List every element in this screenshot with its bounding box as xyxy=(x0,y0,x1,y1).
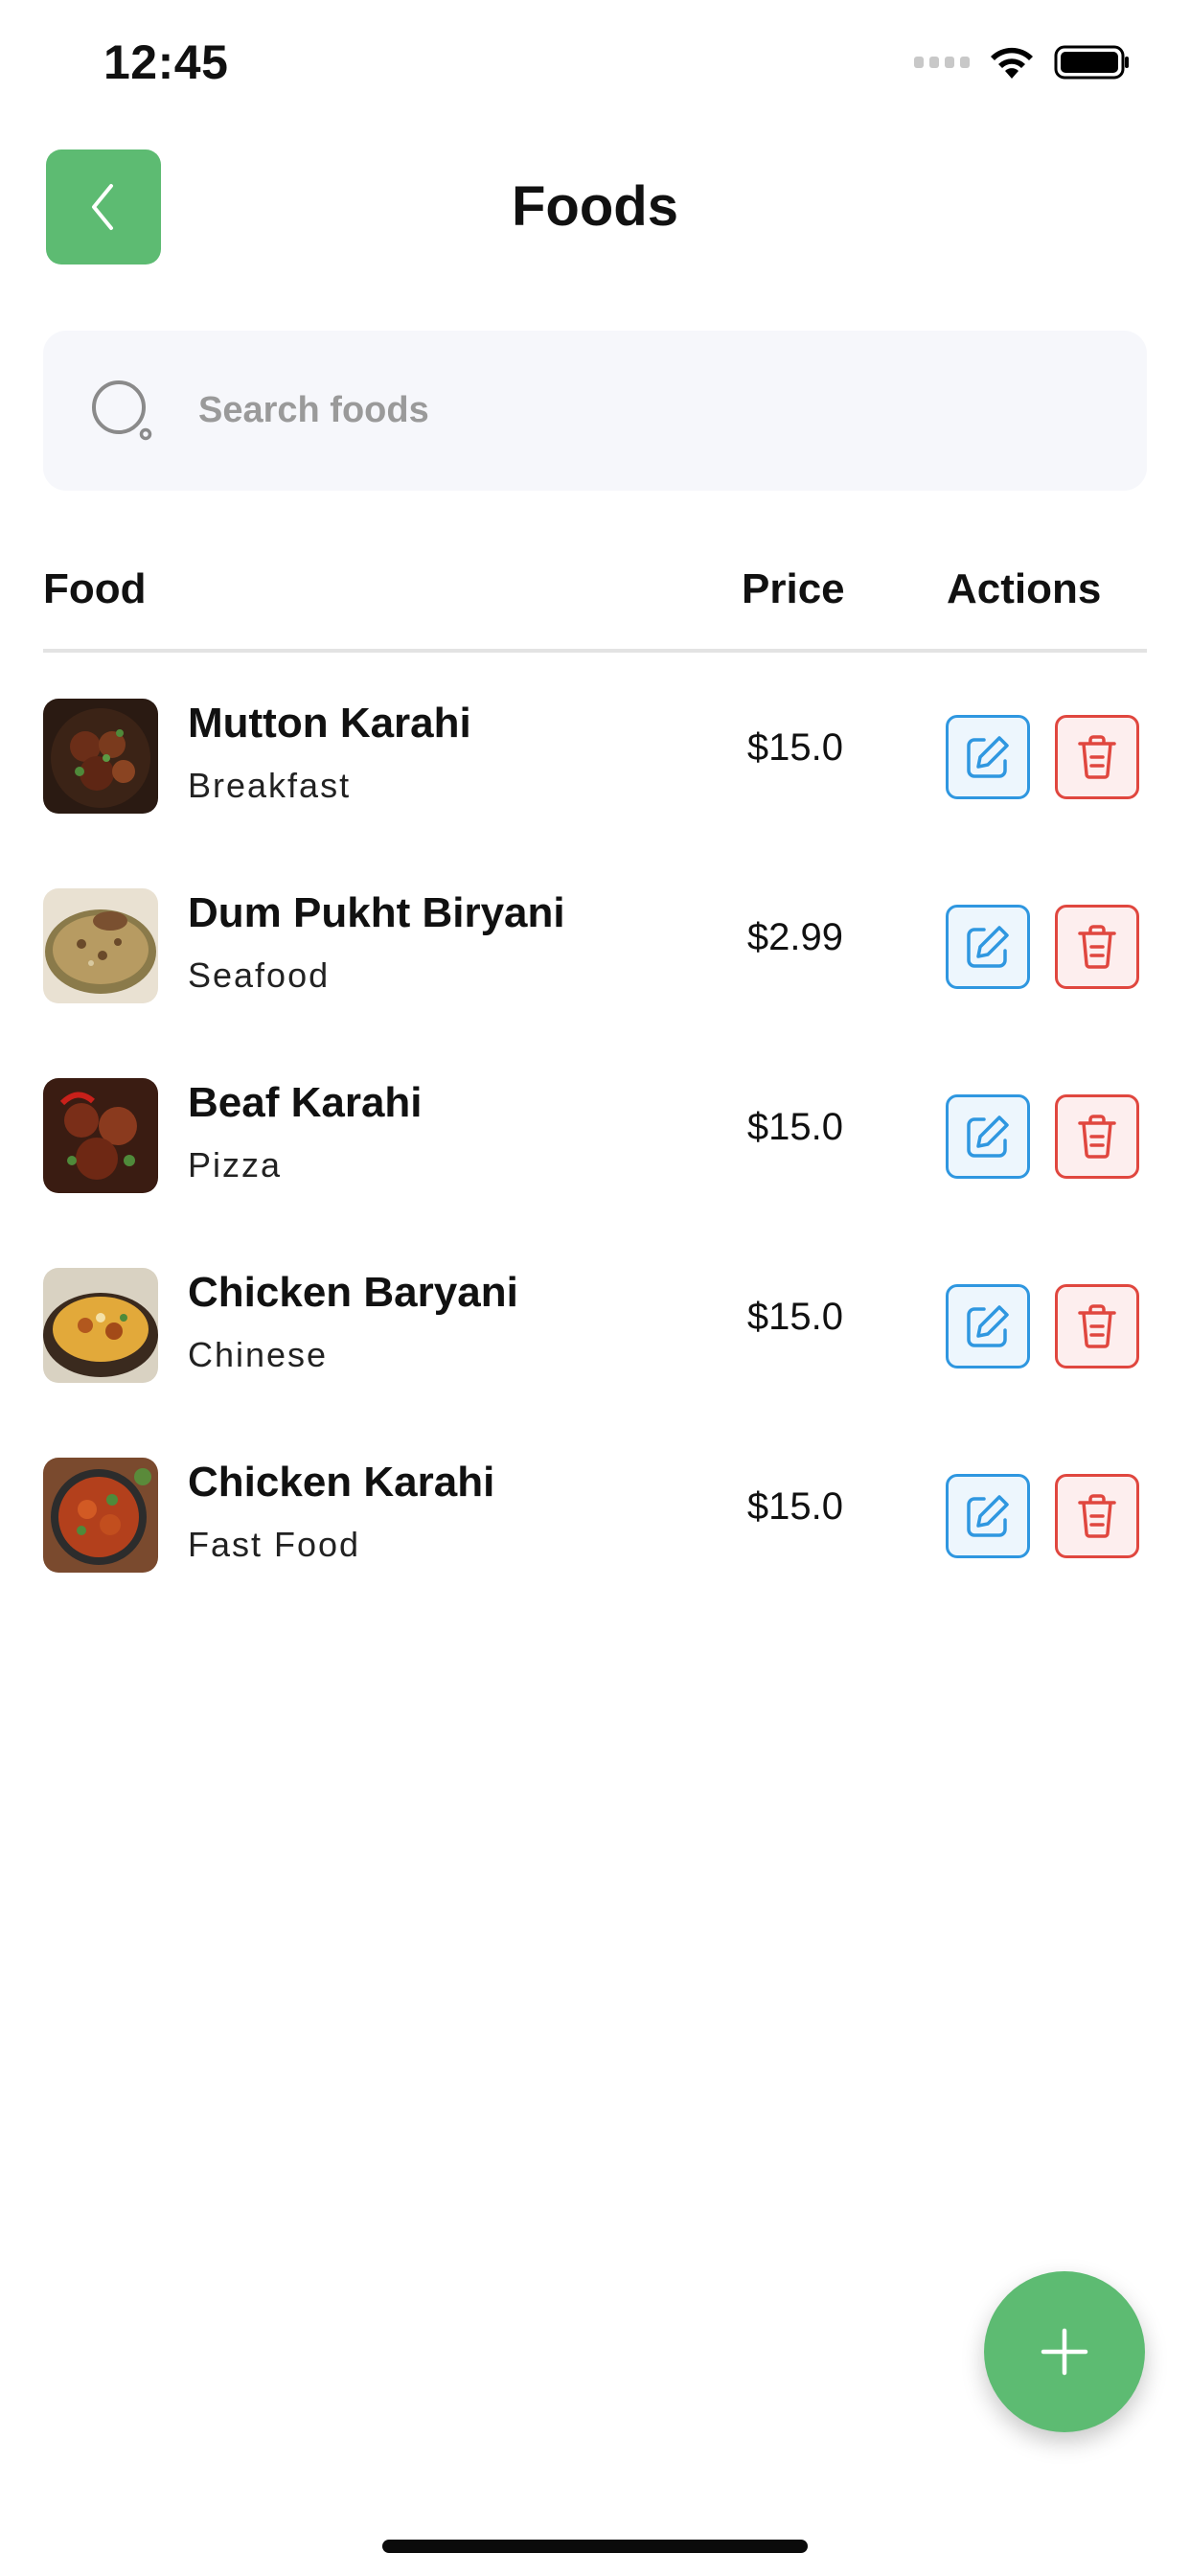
signal-icon xyxy=(914,57,970,68)
food-price: $2.99 xyxy=(746,916,843,958)
edit-icon xyxy=(967,1116,1009,1158)
edit-button[interactable] xyxy=(946,715,1030,799)
edit-icon xyxy=(967,1305,1009,1347)
delete-button[interactable] xyxy=(1055,1284,1139,1368)
food-name: Mutton Karahi xyxy=(188,700,471,747)
edit-icon xyxy=(967,1495,1009,1537)
wifi-icon xyxy=(991,47,1033,79)
status-time: 12:45 xyxy=(103,35,229,89)
food-category: Breakfast xyxy=(188,766,352,805)
plus-icon xyxy=(1041,2328,1088,2376)
trash-icon xyxy=(1078,1304,1116,1348)
trash-icon xyxy=(1078,925,1116,969)
edit-button[interactable] xyxy=(946,905,1030,989)
column-header-price: Price xyxy=(742,565,845,612)
food-category: Chinese xyxy=(188,1335,329,1374)
edit-button[interactable] xyxy=(946,1474,1030,1558)
food-category: Pizza xyxy=(188,1145,283,1184)
food-thumbnail xyxy=(43,699,158,814)
trash-icon xyxy=(1078,1494,1116,1538)
home-indicator[interactable] xyxy=(382,2540,808,2553)
table-row[interactable]: Chicken Baryani Chinese $15.0 xyxy=(0,1236,1190,1426)
edit-icon xyxy=(967,736,1009,778)
food-name: Dum Pukht Biryani xyxy=(188,889,565,936)
food-price: $15.0 xyxy=(746,1485,843,1528)
delete-button[interactable] xyxy=(1055,1094,1139,1179)
page-title: Foods xyxy=(512,175,678,238)
delete-button[interactable] xyxy=(1055,715,1139,799)
search-input[interactable] xyxy=(196,389,1063,432)
column-header-actions: Actions xyxy=(947,565,1102,612)
food-price: $15.0 xyxy=(746,726,843,769)
search-icon xyxy=(81,368,168,454)
food-thumbnail xyxy=(43,1268,158,1383)
table-row[interactable]: Dum Pukht Biryani Seafood $2.99 xyxy=(0,857,1190,1046)
food-thumbnail xyxy=(43,888,158,1003)
table-row[interactable]: Chicken Karahi Fast Food $15.0 xyxy=(0,1426,1190,1616)
status-icons xyxy=(914,44,1131,80)
battery-icon xyxy=(1054,45,1129,80)
delete-button[interactable] xyxy=(1055,905,1139,989)
food-price: $15.0 xyxy=(746,1106,843,1148)
food-name: Chicken Baryani xyxy=(188,1269,518,1316)
column-header-food: Food xyxy=(43,565,147,612)
header-divider xyxy=(43,649,1147,653)
search-bar[interactable] xyxy=(43,331,1147,491)
add-food-button[interactable] xyxy=(984,2271,1145,2432)
edit-icon xyxy=(967,926,1009,968)
food-thumbnail xyxy=(43,1078,158,1193)
trash-icon xyxy=(1078,735,1116,779)
edit-button[interactable] xyxy=(946,1284,1030,1368)
food-thumbnail xyxy=(43,1458,158,1573)
food-name: Beaf Karahi xyxy=(188,1079,423,1126)
edit-button[interactable] xyxy=(946,1094,1030,1179)
food-category: Seafood xyxy=(188,955,331,995)
food-category: Fast Food xyxy=(188,1525,361,1564)
food-price: $15.0 xyxy=(746,1296,843,1338)
table-row[interactable]: Mutton Karahi Breakfast $15.0 xyxy=(0,667,1190,857)
delete-button[interactable] xyxy=(1055,1474,1139,1558)
food-name: Chicken Karahi xyxy=(188,1459,495,1506)
table-row[interactable]: Beaf Karahi Pizza $15.0 xyxy=(0,1046,1190,1236)
trash-icon xyxy=(1078,1115,1116,1159)
